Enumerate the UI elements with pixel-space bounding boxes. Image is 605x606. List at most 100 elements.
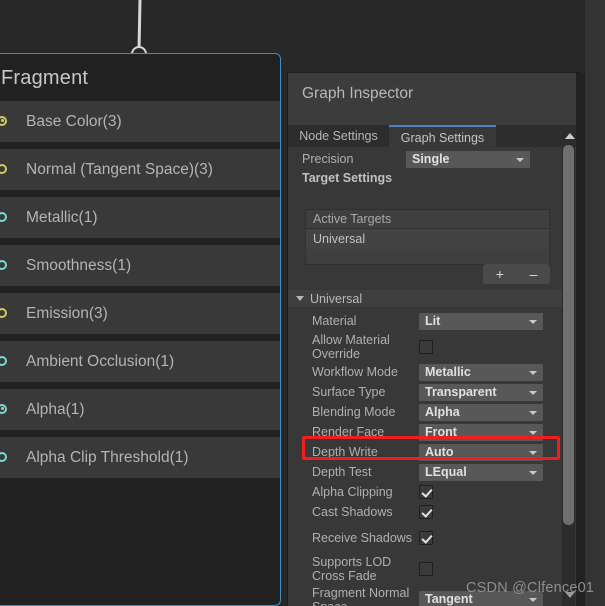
- setting-dropdown[interactable]: Alpha: [419, 403, 543, 421]
- chevron-down-icon: [529, 450, 537, 455]
- setting-checkbox[interactable]: [419, 530, 433, 545]
- setting-row: Depth Write Auto: [288, 442, 564, 462]
- master-node-port-row[interactable]: Normal (Tangent Space)(3): [0, 149, 280, 190]
- tab-graph-settings[interactable]: Graph Settings: [389, 125, 496, 147]
- master-node-port-row[interactable]: Base Color(3): [0, 101, 280, 142]
- inspector-title: Graph Inspector: [302, 85, 414, 102]
- setting-dropdown[interactable]: LEqual: [419, 463, 543, 481]
- chevron-down-icon: [529, 370, 537, 375]
- setting-row: Cast Shadows: [288, 502, 564, 522]
- setting-row: Blending Mode Alpha: [288, 402, 564, 422]
- setting-label: Fragment Normal Space: [312, 585, 410, 606]
- port-dot[interactable]: [0, 211, 7, 222]
- port-connector-icon[interactable]: [0, 451, 9, 464]
- port-label: Base Color(3): [26, 112, 122, 130]
- setting-label: Material: [312, 314, 357, 328]
- chevron-down-icon: [516, 157, 524, 162]
- setting-row: Alpha Clipping: [288, 482, 564, 502]
- setting-checkbox[interactable]: [419, 505, 433, 519]
- port-connector-icon[interactable]: [0, 115, 9, 128]
- port-dot[interactable]: [0, 307, 7, 318]
- setting-label: Allow Material Override: [312, 332, 390, 361]
- tab-node-settings[interactable]: Node Settings: [288, 125, 389, 147]
- port-dot[interactable]: [0, 259, 7, 270]
- setting-dropdown[interactable]: Tangent: [419, 591, 543, 606]
- setting-dropdown-value: Front: [425, 424, 457, 439]
- setting-label: Blending Mode: [312, 405, 396, 419]
- port-label: Ambient Occlusion(1): [26, 352, 175, 370]
- setting-row: Allow Material Override: [288, 331, 564, 362]
- port-connector-icon[interactable]: [0, 163, 9, 176]
- setting-label: Supports LOD Cross Fade: [312, 554, 392, 583]
- row-target-settings-header: Target Settings: [288, 169, 564, 187]
- setting-row: Material Lit: [288, 311, 564, 331]
- master-node-port-list: Base Color(3) Normal (Tangent Space)(3) Me…: [0, 101, 280, 485]
- port-dot-fill: [0, 407, 4, 410]
- active-target-item[interactable]: Universal: [306, 229, 549, 249]
- active-targets-box[interactable]: Active Targets Universal: [305, 209, 550, 265]
- port-dot[interactable]: [0, 115, 7, 126]
- chevron-down-icon: [529, 319, 537, 324]
- setting-checkbox[interactable]: [419, 485, 433, 499]
- port-dot[interactable]: [0, 163, 7, 174]
- remove-target-button[interactable]: –: [529, 267, 537, 281]
- setting-row: Supports LOD Cross Fade: [288, 553, 564, 584]
- precision-dropdown[interactable]: Single: [406, 150, 530, 168]
- port-dot[interactable]: [0, 451, 7, 462]
- inspector-right-gutter: [576, 73, 585, 606]
- setting-dropdown-value: Alpha: [425, 404, 460, 419]
- chevron-down-icon: [529, 470, 537, 475]
- port-dot[interactable]: [0, 355, 7, 366]
- master-node-port-row[interactable]: Emission(3): [0, 293, 280, 334]
- setting-dropdown[interactable]: Auto: [419, 443, 543, 461]
- scroll-down-arrow-icon[interactable]: [565, 592, 575, 598]
- inspector-titlebar[interactable]: Graph Inspector: [288, 73, 578, 125]
- setting-dropdown[interactable]: Front: [419, 423, 543, 441]
- port-dot[interactable]: [0, 403, 7, 414]
- graph-inspector-window[interactable]: Graph Inspector Node Settings Graph Sett…: [288, 73, 578, 606]
- inspector-scrollbar-thumb[interactable]: [563, 145, 574, 525]
- triangle-down-icon: [296, 296, 304, 301]
- setting-dropdown-value: Lit: [425, 313, 441, 328]
- master-node-port-row[interactable]: Smoothness(1): [0, 245, 280, 286]
- scroll-up-arrow-icon[interactable]: [565, 133, 575, 139]
- setting-dropdown[interactable]: Lit: [419, 312, 543, 330]
- master-node-port-row[interactable]: Ambient Occlusion(1): [0, 341, 280, 382]
- master-node-port-row[interactable]: Alpha(1): [0, 389, 280, 430]
- setting-checkbox[interactable]: [419, 339, 433, 354]
- setting-row: Surface Type Transparent: [288, 382, 564, 402]
- fragment-master-node[interactable]: Fragment Base Color(3) Normal (Tangent Sp…: [0, 53, 281, 606]
- port-connector-icon[interactable]: [0, 355, 9, 368]
- port-connector-icon[interactable]: [0, 211, 9, 224]
- setting-label: Cast Shadows: [312, 505, 393, 519]
- setting-dropdown-value: Metallic: [425, 364, 471, 379]
- setting-checkbox[interactable]: [419, 561, 433, 576]
- setting-row: Receive Shadows: [288, 522, 564, 553]
- setting-label: Receive Shadows: [312, 530, 413, 545]
- universal-foldout-label: Universal: [310, 291, 363, 306]
- setting-row: Fragment Normal Space Tangent: [288, 584, 564, 606]
- port-connector-icon[interactable]: [0, 403, 9, 416]
- chevron-down-icon: [529, 430, 537, 435]
- port-label: Alpha Clip Threshold(1): [26, 448, 189, 466]
- universal-foldout-header[interactable]: Universal: [288, 290, 564, 307]
- inspector-body: Precision Single Target Settings Active …: [288, 147, 564, 606]
- port-label: Smoothness(1): [26, 256, 132, 274]
- universal-settings-stack: Material Lit Allow Material Override Workfl…: [288, 311, 564, 606]
- port-label: Normal (Tangent Space)(3): [26, 160, 213, 178]
- chevron-down-icon: [529, 390, 537, 395]
- add-target-button[interactable]: +: [496, 267, 504, 281]
- canvas-right-strip: [585, 0, 605, 606]
- precision-label: Precision: [302, 152, 354, 166]
- setting-dropdown-value: LEqual: [425, 464, 467, 479]
- setting-label: Render Face: [312, 425, 385, 439]
- setting-dropdown[interactable]: Metallic: [419, 363, 543, 381]
- setting-dropdown-value: Auto: [425, 444, 454, 459]
- port-connector-icon[interactable]: [0, 259, 9, 272]
- master-node-port-row[interactable]: Metallic(1): [0, 197, 280, 238]
- port-connector-icon[interactable]: [0, 307, 9, 320]
- setting-dropdown[interactable]: Transparent: [419, 383, 543, 401]
- master-node-port-row[interactable]: Alpha Clip Threshold(1): [0, 437, 280, 478]
- master-node-title: Fragment: [0, 55, 280, 101]
- setting-label: Workflow Mode: [312, 365, 398, 379]
